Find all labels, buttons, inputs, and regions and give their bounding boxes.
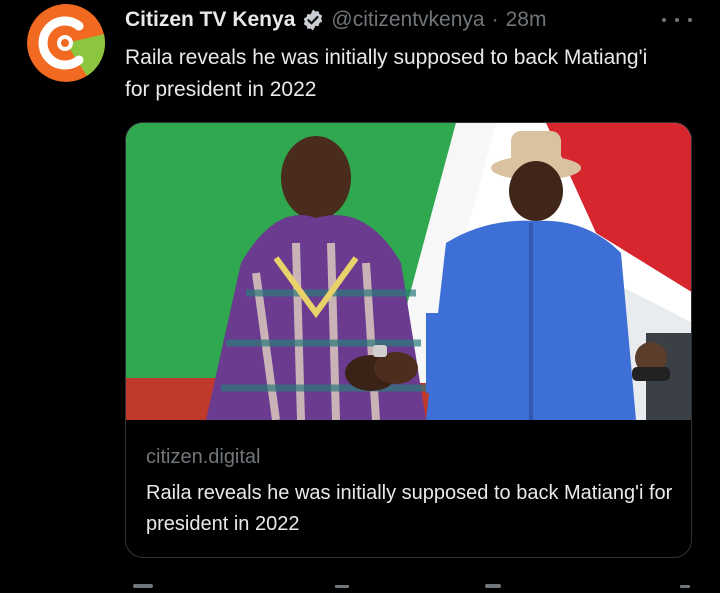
separator-dot: · [491, 8, 499, 31]
tweet-header: Citizen TV Kenya @citizentvkenya · 28m [125, 7, 546, 33]
verified-badge-icon [301, 8, 325, 32]
action-bar [125, 575, 695, 588]
card-domain[interactable]: citizen.digital [146, 445, 261, 469]
timestamp[interactable]: 28m [506, 7, 547, 33]
avatar[interactable] [27, 4, 105, 82]
citizen-tv-logo [27, 4, 105, 82]
display-name[interactable]: Citizen TV Kenya [125, 7, 295, 33]
handle[interactable]: @citizentvkenya [331, 7, 484, 33]
more-dot [688, 18, 692, 22]
more-options-icon[interactable] [662, 8, 692, 32]
card-image [126, 123, 691, 420]
link-card[interactable]: citizen.digital Raila reveals he was ini… [125, 122, 692, 558]
more-dot [662, 18, 666, 22]
more-dot [675, 18, 679, 22]
card-title[interactable]: Raila reveals he was initially supposed … [146, 478, 676, 540]
tweet-text: Raila reveals he was initially supposed … [125, 46, 648, 101]
